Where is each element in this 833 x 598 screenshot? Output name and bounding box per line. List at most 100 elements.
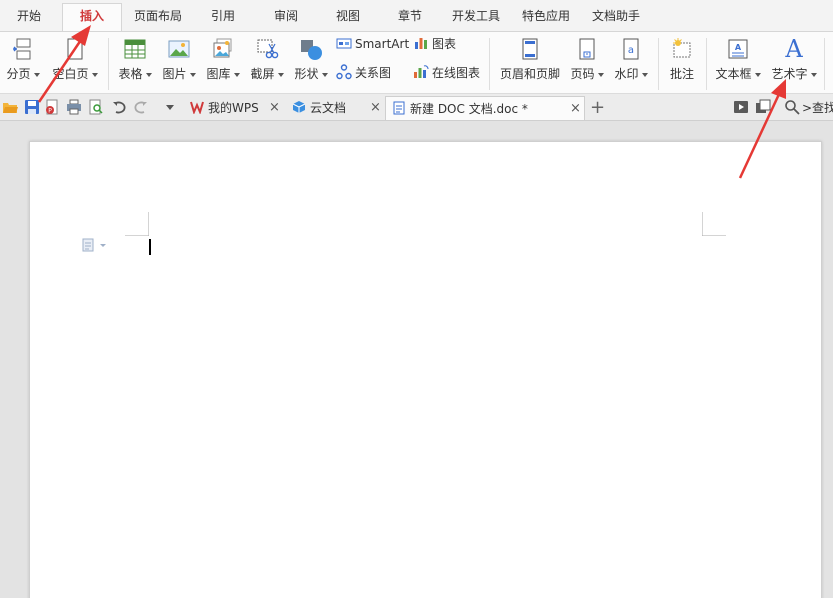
watermark-button[interactable]: a 水印	[610, 32, 652, 94]
header-footer-label: 页眉和页脚	[499, 67, 560, 81]
cloud-docs-icon	[292, 101, 306, 113]
svg-text:P: P	[48, 108, 52, 115]
tab-my-wps-label: 我的WPS	[208, 101, 259, 115]
page-break-button[interactable]: 分页	[0, 32, 46, 94]
relation-chart-icon	[336, 64, 352, 80]
table-caret-icon[interactable]	[145, 72, 152, 77]
margin-corner-mark	[702, 212, 726, 236]
window-restore-icon[interactable]	[755, 99, 771, 115]
tab-bar: P 我的WPS × 云文档 × 新建 DOC 文档.doc * × + >查找	[0, 94, 833, 121]
wordart-icon: A	[785, 35, 803, 63]
shapes-caret-icon[interactable]	[321, 72, 328, 77]
blank-page-caret-icon[interactable]	[91, 72, 98, 77]
print-icon[interactable]	[66, 99, 82, 115]
relation-chart-button[interactable]: 关系图	[336, 64, 391, 82]
svg-text:A: A	[735, 43, 742, 52]
page-break-caret-icon[interactable]	[33, 72, 40, 77]
screenshot-label: 截屏	[250, 67, 275, 81]
online-chart-icon	[414, 65, 429, 78]
picture-button[interactable]: 图片	[158, 32, 200, 94]
tab-chapter[interactable]: 章节	[385, 6, 435, 26]
menu-bar: 开始 插入 页面布局 引用 审阅 视图 章节 开发工具 特色应用 文档助手	[0, 0, 833, 31]
close-icon[interactable]: ×	[370, 96, 381, 120]
ribbon-divider	[824, 38, 825, 90]
customize-dropdown-icon[interactable]	[163, 101, 177, 113]
comment-button[interactable]: 批注	[662, 32, 702, 94]
textbox-button[interactable]: A 文本框	[710, 32, 766, 94]
close-icon[interactable]: ×	[269, 96, 280, 120]
gallery-button[interactable]: 图库	[202, 32, 244, 94]
online-chart-button[interactable]: 在线图表	[413, 64, 480, 82]
tab-insert[interactable]: 插入	[62, 3, 122, 31]
wordart-button[interactable]: A 艺术字	[768, 32, 820, 94]
table-label: 表格	[118, 67, 143, 81]
page-number-caret-icon[interactable]	[597, 72, 604, 77]
picture-label: 图片	[162, 67, 187, 81]
tab-my-wps[interactable]: 我的WPS ×	[184, 96, 282, 120]
table-icon	[124, 39, 146, 59]
watermark-caret-icon[interactable]	[641, 72, 648, 77]
smartart-label: SmartArt	[355, 37, 410, 51]
wordart-label: 艺术字	[771, 67, 808, 81]
ribbon-divider	[706, 38, 707, 90]
save-icon[interactable]	[24, 99, 40, 115]
smartart-icon	[336, 38, 352, 49]
print-preview-icon[interactable]	[88, 99, 104, 115]
ribbon-divider	[108, 38, 109, 90]
chart-icon	[415, 38, 427, 49]
screenshot-caret-icon[interactable]	[277, 72, 284, 77]
new-tab-button[interactable]: +	[590, 96, 608, 120]
picture-caret-icon[interactable]	[189, 72, 196, 77]
blank-page-label: 空白页	[52, 67, 89, 81]
gallery-label: 图库	[206, 67, 231, 81]
ribbon-divider	[658, 38, 659, 90]
redo-icon[interactable]	[133, 99, 149, 115]
tab-cloud-docs-label: 云文档	[310, 101, 347, 115]
close-icon[interactable]: ×	[570, 97, 581, 121]
screenshot-button[interactable]: 截屏	[246, 32, 288, 94]
ribbon-divider	[489, 38, 490, 90]
gallery-caret-icon[interactable]	[233, 72, 240, 77]
tab-featured-apps[interactable]: 特色应用	[515, 6, 577, 26]
table-button[interactable]: 表格	[114, 32, 156, 94]
tab-developer[interactable]: 开发工具	[445, 6, 507, 26]
blank-page-icon	[67, 38, 83, 60]
paragraph-layout-icon[interactable]	[80, 238, 110, 252]
textbox-caret-icon[interactable]	[754, 72, 761, 77]
export-pdf-icon[interactable]: P	[44, 99, 60, 115]
tab-view[interactable]: 视图	[323, 6, 373, 26]
comment-label: 批注	[669, 67, 694, 81]
page-break-label: 分页	[6, 67, 31, 81]
play-icon[interactable]	[733, 99, 749, 115]
comment-icon	[673, 38, 691, 58]
document-page[interactable]	[29, 141, 822, 598]
find-button[interactable]: >查找	[802, 96, 833, 120]
svg-text:a: a	[628, 45, 634, 56]
page-number-button[interactable]: 页码	[566, 32, 608, 94]
ribbon-insert: 分页 空白页 表格 图片 图库 截屏 形状 SmartArt 图表 关系图 在线…	[0, 31, 833, 94]
tab-start[interactable]: 开始	[4, 6, 54, 26]
header-footer-button[interactable]: 页眉和页脚	[495, 32, 565, 94]
watermark-label: 水印	[614, 67, 639, 81]
search-icon[interactable]	[784, 99, 800, 115]
tab-cloud-docs[interactable]: 云文档 ×	[286, 96, 382, 120]
header-footer-icon	[522, 38, 538, 60]
shapes-icon	[301, 40, 322, 60]
online-chart-label: 在线图表	[432, 66, 481, 80]
undo-icon[interactable]	[111, 99, 127, 115]
tab-review[interactable]: 审阅	[261, 6, 311, 26]
page-number-label: 页码	[570, 67, 595, 81]
blank-page-button[interactable]: 空白页	[48, 32, 102, 94]
chart-button[interactable]: 图表	[413, 35, 456, 53]
picture-icon	[168, 40, 190, 58]
tab-page-layout[interactable]: 页面布局	[128, 6, 188, 26]
smartart-button[interactable]: SmartArt	[336, 35, 409, 53]
tab-doc-assistant[interactable]: 文档助手	[585, 6, 647, 26]
shapes-button[interactable]: 形状	[290, 32, 332, 94]
open-folder-icon[interactable]	[2, 99, 18, 115]
page-break-icon	[13, 38, 31, 60]
tab-references[interactable]: 引用	[198, 6, 248, 26]
tab-new-doc[interactable]: 新建 DOC 文档.doc * ×	[385, 96, 585, 120]
wordart-caret-icon[interactable]	[810, 72, 817, 77]
tab-new-doc-label: 新建 DOC 文档.doc *	[410, 102, 528, 116]
